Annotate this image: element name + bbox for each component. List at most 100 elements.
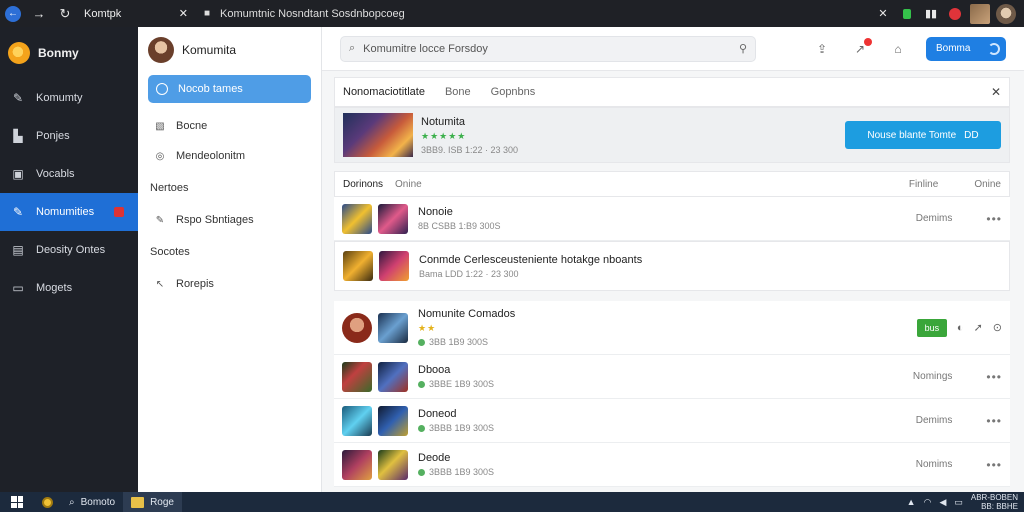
list-header-filter[interactable]: Onine xyxy=(395,179,422,190)
share-icon[interactable]: ➚ xyxy=(974,321,983,334)
forward-button[interactable]: → xyxy=(26,0,52,27)
item-status: Demims xyxy=(915,415,953,426)
clock[interactable]: ABR-BOBEN BB: BBHE xyxy=(971,493,1018,511)
sidebar-item-label: Mogets xyxy=(36,282,73,294)
profile-thumbnail[interactable] xyxy=(970,3,990,24)
magnifier-icon[interactable]: ⚲ xyxy=(739,42,747,55)
more-icon[interactable]: ••• xyxy=(986,212,1002,226)
back-arrow-icon: ← xyxy=(5,5,21,22)
info-icon[interactable]: ◐ xyxy=(957,322,964,334)
box-icon: ▣ xyxy=(12,167,24,181)
online-dot-icon xyxy=(418,338,425,346)
reload-icon: ↻ xyxy=(59,5,71,21)
sidebar-item-label: Ponjes xyxy=(36,130,70,142)
pen-icon: ✎ xyxy=(12,91,24,105)
featured-meta: 3BB9. ISB 1:22 · 23 300 xyxy=(421,144,519,155)
reply-icon: ↖ xyxy=(155,278,165,290)
pencil-icon: ✎ xyxy=(155,214,165,226)
avatar[interactable] xyxy=(996,3,1016,24)
item-meta: 3BBE 1B9 300S xyxy=(418,379,494,389)
brand[interactable]: Bonmy xyxy=(0,27,138,79)
sidebar-item-gadgets[interactable]: ▭ Mogets xyxy=(0,269,138,307)
online-dot-icon xyxy=(418,424,425,432)
sidebar-item-communities[interactable]: ✎ Nomumities xyxy=(0,193,144,231)
windows-icon xyxy=(11,496,23,508)
clock-icon: ◎ xyxy=(155,150,165,162)
list-item[interactable]: Doneod 3BBB 1B9 300S Demims ••• xyxy=(334,399,1010,443)
extensions-icon[interactable]: ✕ xyxy=(874,5,892,23)
item-thumbnail xyxy=(342,449,372,480)
sidebar-item-label: Deosity Ontes xyxy=(36,244,106,256)
search-box[interactable]: ⌕ ⚲ xyxy=(340,35,756,62)
item-thumbnail xyxy=(379,251,409,281)
list-item[interactable]: Deode 3BBB 1B9 300S Nomims ••• xyxy=(334,443,1010,487)
battery-icon[interactable]: ▭ xyxy=(954,497,963,508)
notifications-icon[interactable]: ↗ xyxy=(852,37,872,57)
taskbar-app[interactable] xyxy=(34,492,61,512)
subnav-item-replies[interactable]: ↖ Rorepis xyxy=(138,269,321,299)
more-icon[interactable]: ••• xyxy=(986,414,1002,428)
more-icon[interactable]: ••• xyxy=(986,458,1002,472)
browser-bar: ← → ↻ Komtpk ✕ ■ Komumtnic Nosndtant Sos… xyxy=(0,0,1024,27)
subnav-item-label: Bocne xyxy=(176,120,208,132)
list-item[interactable]: Nomunite Comados ★★ 3BB 1B9 300S bus ◐ ➚… xyxy=(334,301,1010,355)
sidebar-item-pages[interactable]: ▙ Ponjes xyxy=(0,117,138,155)
list-item[interactable]: Nonoie 8B CSBB 1:B9 300S Demims ••• xyxy=(334,197,1010,241)
search-input[interactable] xyxy=(363,42,731,55)
list-header-title[interactable]: Dorinons xyxy=(343,179,383,190)
network-icon[interactable]: ▲ xyxy=(907,497,916,507)
volume-icon[interactable]: ◀ xyxy=(939,497,946,508)
close-icon[interactable]: ✕ xyxy=(991,85,1001,99)
item-thumbnail xyxy=(378,203,408,234)
browser-icon xyxy=(42,496,53,508)
device-icon: ▭ xyxy=(12,281,24,295)
featured-cta-button[interactable]: Nouse blante Tomte DD xyxy=(845,121,1001,149)
featured-item[interactable]: Notumita ★★★★★ 3BB9. ISB 1:22 · 23 300 N… xyxy=(334,107,1010,163)
item-title: Nonoie xyxy=(418,206,453,218)
top-bar: ⌕ ⚲ ⇪ ↗ ⌂ Bomma xyxy=(322,27,1024,71)
sidebar-item-vocabs[interactable]: ▣ Vocabls xyxy=(0,155,138,193)
green-extension-icon[interactable] xyxy=(898,5,916,23)
list-item[interactable]: Dbooa 3BBE 1B9 300S Nomings ••• xyxy=(334,355,1010,399)
reload-button[interactable]: ↻ xyxy=(52,0,78,27)
sidebar-item-density[interactable]: ▤ Deosity Ontes xyxy=(0,231,138,269)
section-heading: Socotes xyxy=(150,246,190,258)
primary-action-button[interactable]: Bomma xyxy=(926,36,1006,61)
item-thumbnail xyxy=(378,361,408,392)
featured-title: Notumita xyxy=(421,115,466,128)
settings-icon[interactable]: ⊙ xyxy=(993,321,1002,334)
bookmarks-icon[interactable]: ▮▮ xyxy=(922,5,940,23)
subnav-item-label: Mendeolonitm xyxy=(176,150,246,162)
wifi-icon[interactable]: ◠ xyxy=(924,497,932,508)
upload-icon[interactable]: ⇪ xyxy=(814,41,830,57)
item-title: Dbooa xyxy=(418,364,451,376)
browser-tab[interactable]: Komtpk ✕ xyxy=(78,0,196,27)
list-item[interactable]: Conmde Cerlesceusteniente hotakge nboant… xyxy=(334,241,1010,291)
tab-bone[interactable]: Bone xyxy=(445,86,471,98)
subnav-item-members[interactable]: ◎ Mendeolonitm xyxy=(138,141,321,171)
tab-groups[interactable]: Gopnbns xyxy=(491,86,536,98)
taskbar-search-label: Bomoto xyxy=(80,496,116,508)
close-tab-icon[interactable]: ✕ xyxy=(179,7,188,20)
subnav-item-home[interactable]: ▧ Bocne xyxy=(138,111,321,141)
profile-header[interactable]: Komumita xyxy=(138,27,321,73)
item-title: Conmde Cerlesceusteniente hotakge nboant… xyxy=(419,253,643,266)
more-icon[interactable]: ••• xyxy=(986,370,1002,384)
user-icon[interactable]: ⌂ xyxy=(890,41,906,57)
primary-nav-button[interactable]: Nocob tames xyxy=(148,75,311,103)
sidebar-item-community[interactable]: ✎ Komumty xyxy=(0,79,138,117)
sidebar-item-label: Vocabls xyxy=(36,168,75,180)
taskbar-app-active[interactable]: Roge xyxy=(123,492,182,512)
buy-button[interactable]: bus xyxy=(916,318,947,337)
sidebar-item-label: Komumty xyxy=(36,92,83,104)
url-bar[interactable]: ■ Komumtnic Nosndtant Sosdnbopcoeg xyxy=(196,0,874,27)
badge-icon xyxy=(114,207,124,217)
back-button[interactable]: ← xyxy=(0,0,26,27)
building-icon: ▙ xyxy=(13,129,23,143)
tab-notifications[interactable]: Nonomaciotitlate xyxy=(343,86,425,98)
notification-icon[interactable] xyxy=(946,5,964,23)
start-button[interactable] xyxy=(0,492,34,512)
taskbar-search[interactable]: ⌕ Bomoto xyxy=(61,492,123,512)
rating-stars: ★★ xyxy=(418,323,437,333)
subnav-item-settings[interactable]: ✎ Rspo Sbntiages xyxy=(138,205,321,235)
